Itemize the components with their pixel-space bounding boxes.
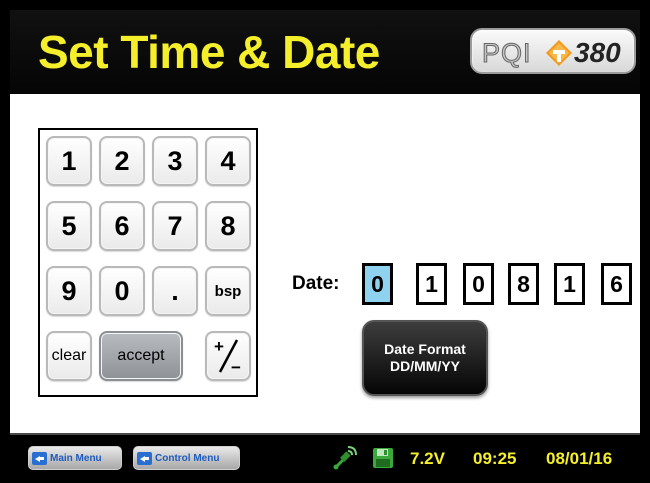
main-menu-label: Main Menu [50, 452, 102, 464]
key-3[interactable]: 3 [152, 136, 198, 186]
logo-text-380: 380 [574, 37, 621, 68]
logo-text-pqi: PQI [482, 38, 532, 69]
plus-minus-button[interactable]: + − [205, 331, 251, 381]
key-0[interactable]: 0 [99, 266, 145, 316]
key-4[interactable]: 4 [205, 136, 251, 186]
battery-voltage: 7.2V [410, 449, 445, 468]
key-5[interactable]: 5 [46, 201, 92, 251]
date-digit-6[interactable]: 6 [601, 263, 632, 305]
floppy-disk-icon [373, 448, 393, 468]
pqi-380-logo: PQI 380 [470, 28, 636, 74]
numeric-keypad: 1 2 3 4 5 6 7 8 9 0 . bsp clear accept +… [38, 128, 258, 397]
page-title: Set Time & Date [38, 26, 380, 78]
plus-minus-icon: + − [214, 337, 241, 377]
date-format-value: DD/MM/YY [390, 358, 460, 374]
main-menu-button[interactable]: Main Menu [28, 446, 122, 470]
key-2[interactable]: 2 [99, 136, 145, 186]
orange-arrow-t-icon [546, 40, 572, 66]
minus-sign: − [231, 358, 241, 377]
back-arrow-icon [137, 451, 152, 465]
date-digit-5[interactable]: 1 [554, 263, 585, 305]
key-8[interactable]: 8 [205, 201, 251, 251]
accept-button[interactable]: accept [99, 331, 183, 381]
satellite-signal-icon [333, 446, 357, 470]
date-format-button[interactable]: Date Format DD/MM/YY [362, 320, 488, 396]
header-bar: Set Time & Date PQI 380 [10, 10, 640, 94]
key-9[interactable]: 9 [46, 266, 92, 316]
control-menu-button[interactable]: Control Menu [133, 446, 240, 470]
back-arrow-icon [32, 451, 47, 465]
key-6[interactable]: 6 [99, 201, 145, 251]
date-digit-3[interactable]: 0 [463, 263, 494, 305]
clear-button[interactable]: clear [46, 331, 92, 381]
key-decimal[interactable]: . [152, 266, 198, 316]
date-label: Date: [292, 273, 340, 294]
date-digit-1[interactable]: 0 [362, 263, 393, 305]
key-1[interactable]: 1 [46, 136, 92, 186]
date-digit-4[interactable]: 8 [508, 263, 539, 305]
date-digit-2[interactable]: 1 [416, 263, 447, 305]
key-backspace[interactable]: bsp [205, 266, 251, 316]
clock-time: 09:25 [473, 449, 517, 468]
date-format-title: Date Format [384, 341, 466, 357]
key-7[interactable]: 7 [152, 201, 198, 251]
plus-sign: + [214, 337, 224, 356]
clock-date: 08/01/16 [546, 449, 613, 468]
control-menu-label: Control Menu [155, 452, 220, 464]
